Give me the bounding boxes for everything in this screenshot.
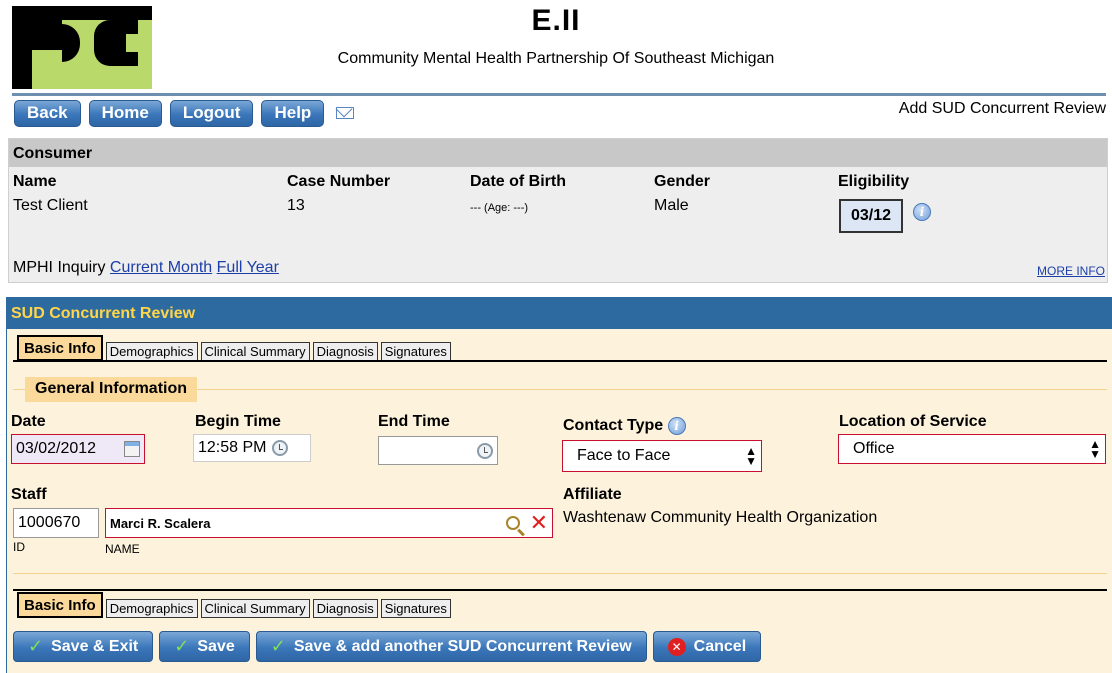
consumer-panel: Consumer Name Test Client Case Number 13… <box>8 138 1108 283</box>
location-value: Office <box>853 440 895 457</box>
staff-name-value: Marci R. Scalera <box>110 515 211 531</box>
location-select[interactable]: Office ▲ ▼ <box>838 434 1106 464</box>
tab-underline <box>13 360 1107 362</box>
sud-review-panel: SUD Concurrent Review Basic Info Demogra… <box>6 297 1112 673</box>
begin-time-value: 12:58 PM <box>198 439 267 456</box>
bottom-tab-bar: Basic Info Demographics Clinical Summary… <box>17 592 451 618</box>
staff-label: Staff <box>11 486 47 503</box>
cancel-button[interactable]: ✕ Cancel <box>652 631 762 662</box>
check-icon: ✓ <box>174 636 190 656</box>
case-number-label: Case Number <box>287 173 391 190</box>
logout-button[interactable]: Logout <box>169 99 254 127</box>
nav-bar: Back Home Logout Help <box>14 99 355 127</box>
tab-clinical-summary[interactable]: Clinical Summary <box>200 342 310 361</box>
tab-demographics[interactable]: Demographics <box>105 342 198 361</box>
mphi-label: MPHI Inquiry <box>13 259 106 276</box>
page-title: Add SUD Concurrent Review <box>898 100 1106 117</box>
save-label: Save <box>197 637 235 655</box>
save-add-another-label: Save & add another SUD Concurrent Review <box>293 637 632 655</box>
save-exit-label: Save & Exit <box>51 637 139 655</box>
tab-signatures[interactable]: Signatures <box>380 342 451 361</box>
staff-name-field[interactable]: Marci R. Scalera ✕ <box>105 508 553 538</box>
mail-icon[interactable] <box>336 107 355 119</box>
save-button[interactable]: ✓ Save <box>159 631 250 662</box>
staff-id-field[interactable]: 1000670 <box>13 508 99 538</box>
search-icon[interactable] <box>505 516 520 530</box>
app-title: E.II <box>531 4 581 37</box>
more-info-link[interactable]: MORE INFO <box>1037 264 1105 278</box>
gender-value: Male <box>654 197 689 214</box>
end-time-field[interactable] <box>378 436 498 465</box>
tab-basic-info[interactable]: Basic Info <box>17 592 103 618</box>
calendar-icon[interactable] <box>124 441 140 457</box>
form-divider <box>13 573 1107 574</box>
gender-label: Gender <box>654 173 711 190</box>
back-button[interactable]: Back <box>14 99 81 127</box>
name-label: Name <box>13 173 57 190</box>
eligibility-badge[interactable]: 03/12 <box>839 199 903 233</box>
end-time-label: End Time <box>378 413 450 430</box>
full-year-link[interactable]: Full Year <box>217 259 279 276</box>
dob-value: --- (Age: ---) <box>470 202 529 214</box>
current-month-link[interactable]: Current Month <box>110 259 212 276</box>
case-number-value: 13 <box>287 197 305 214</box>
tab-diagnosis[interactable]: Diagnosis <box>312 599 378 618</box>
check-icon: ✓ <box>270 636 286 656</box>
clock-icon[interactable] <box>477 442 493 459</box>
contact-type-label-text: Contact Type <box>563 417 664 434</box>
tab-signatures[interactable]: Signatures <box>380 599 451 618</box>
mphi-inquiry: MPHI Inquiry Current Month Full Year <box>13 259 279 277</box>
general-information-heading: General Information <box>25 377 198 402</box>
header-divider <box>12 93 1106 96</box>
save-add-another-button[interactable]: ✓ Save & add another SUD Concurrent Revi… <box>255 631 647 662</box>
sud-review-header: SUD Concurrent Review <box>7 297 1112 329</box>
clear-icon[interactable]: ✕ <box>530 512 548 534</box>
contact-type-value: Face to Face <box>577 447 671 464</box>
contact-type-label: Contact Type i <box>563 417 686 435</box>
dob-label: Date of Birth <box>470 173 566 190</box>
staff-id-caption: ID <box>13 540 25 554</box>
check-icon: ✓ <box>28 636 44 656</box>
tab-topline <box>13 589 1107 591</box>
tab-clinical-summary[interactable]: Clinical Summary <box>200 599 310 618</box>
cancel-label: Cancel <box>693 637 747 655</box>
tab-demographics[interactable]: Demographics <box>105 599 198 618</box>
date-value: 03/02/2012 <box>16 440 97 457</box>
affiliate-value: Washtenaw Community Health Organization <box>563 509 878 526</box>
top-tab-bar: Basic Info Demographics Clinical Summary… <box>17 335 451 361</box>
location-label: Location of Service <box>839 413 987 430</box>
home-button[interactable]: Home <box>88 99 162 127</box>
begin-time-field[interactable]: 12:58 PM <box>193 434 311 462</box>
consumer-header: Consumer <box>9 139 1107 167</box>
info-icon[interactable]: i <box>913 203 931 221</box>
clock-icon[interactable] <box>272 440 289 456</box>
help-button[interactable]: Help <box>261 99 325 127</box>
consumer-name: Test Client <box>13 197 88 214</box>
select-arrows-icon: ▲ ▼ <box>1089 437 1101 461</box>
date-label: Date <box>11 413 46 430</box>
contact-type-select[interactable]: Face to Face ▲ ▼ <box>562 440 762 472</box>
date-field[interactable]: 03/02/2012 <box>11 434 145 464</box>
organization-name: Community Mental Health Partnership Of S… <box>337 50 775 67</box>
affiliate-label: Affiliate <box>563 486 622 503</box>
save-exit-button[interactable]: ✓ Save & Exit <box>13 631 154 662</box>
eligibility-label: Eligibility <box>838 173 910 190</box>
staff-name-caption: NAME <box>105 542 140 556</box>
cancel-icon: ✕ <box>667 637 686 656</box>
info-icon[interactable]: i <box>667 417 686 435</box>
select-arrows-icon: ▲ ▼ <box>745 444 757 468</box>
tab-basic-info[interactable]: Basic Info <box>17 335 103 361</box>
action-bar: ✓ Save & Exit ✓ Save ✓ Save & add anothe… <box>13 631 762 662</box>
tab-diagnosis[interactable]: Diagnosis <box>312 342 378 361</box>
begin-time-label: Begin Time <box>195 413 281 430</box>
